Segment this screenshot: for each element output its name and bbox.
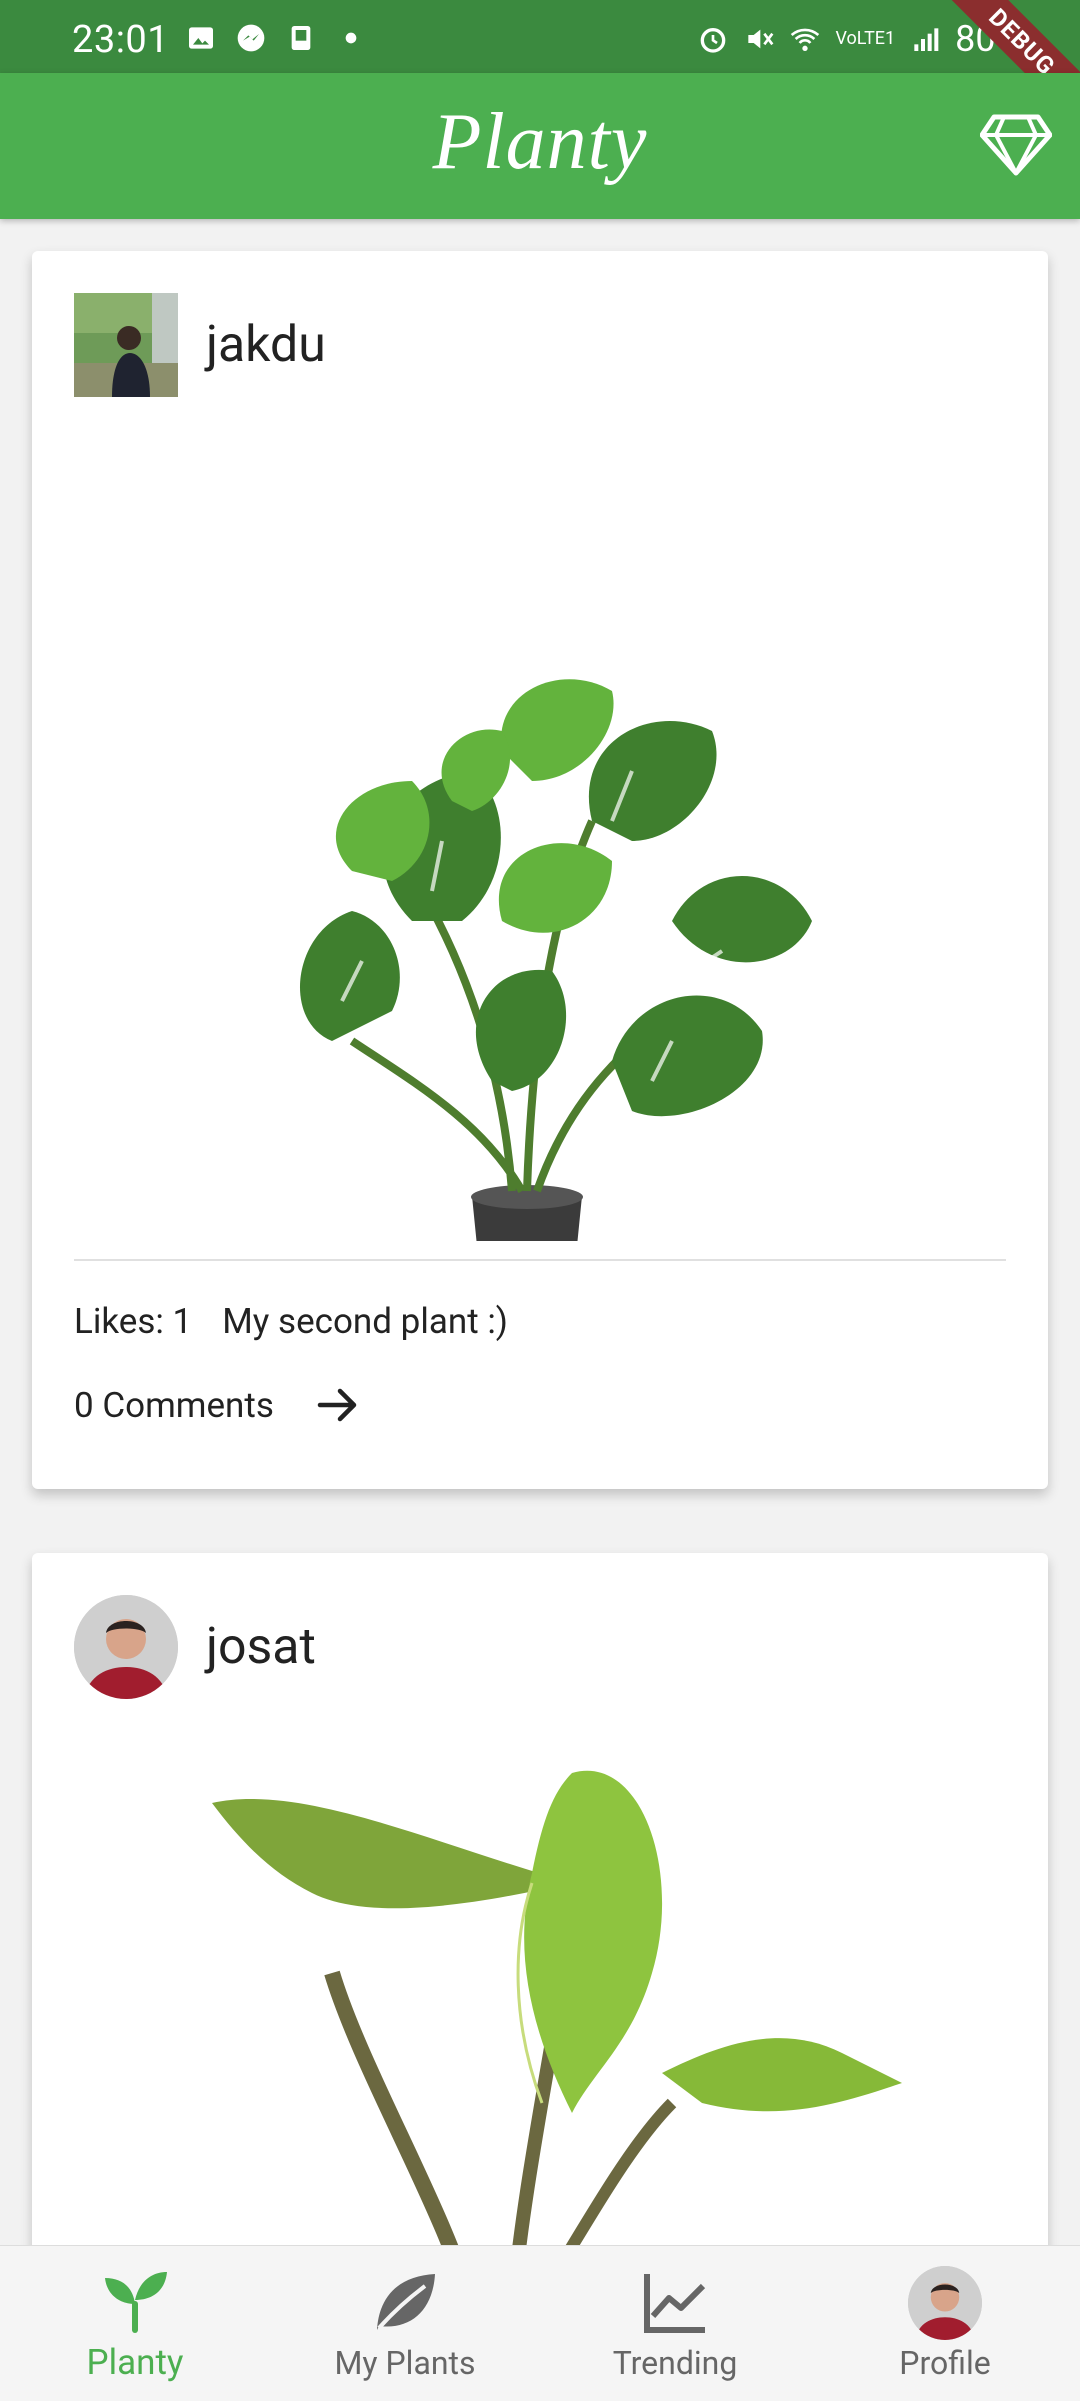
post-meta-row: Likes: 1 My second plant :) [74,1301,508,1342]
status-time: 23:01 [72,18,170,62]
nav-label-planty: Planty [86,2342,184,2383]
mute-icon [748,29,774,49]
post-card: jakdu Likes: 1 My second plant:) 0 Comm… [32,251,1048,1489]
alarm-icon [701,27,726,53]
trending-chart-icon [644,2273,706,2333]
avatar[interactable] [74,1595,178,1699]
gallery-notification-icon [189,27,213,49]
sprout-icon [105,2272,167,2333]
wifi-icon [791,28,820,51]
post-plant-image [32,1743,1048,2245]
post-divider [74,1259,1006,1261]
post-plant-image [32,441,1048,1451]
bottom-navigation: Planty My Plants Trending Profile [0,2245,1080,2401]
post-username[interactable]: josat [206,1618,316,1676]
avatar[interactable] [74,293,178,397]
comments-count[interactable]: 0 Comments [74,1385,274,1426]
likes-count: Likes: 1 [74,1301,193,1342]
post-feed[interactable]: jakdu Likes: 1 My second plant:) 0 Comm… [0,219,1080,2245]
leaf-icon [377,2273,435,2330]
nav-label-profile: Profile [899,2343,991,2382]
app-title: Planty [432,98,648,186]
signal-icon [914,28,939,51]
post-header: josat [74,1595,316,1699]
post-username[interactable]: jakdu [206,316,326,374]
status-bar: 23:01 VoLTE1 80% DEBUG [0,0,1080,141]
nav-item-my-plants[interactable]: My Plants [270,2246,540,2401]
dot-icon [345,32,357,44]
nav-item-profile[interactable]: Profile [810,2246,1080,2401]
post-header: jakdu [74,293,326,397]
diamond-icon[interactable] [980,113,1052,177]
post-card: josat [32,1553,1048,2245]
comments-row[interactable]: 0 Comments [74,1381,362,1429]
messenger-notification-icon [237,24,265,52]
nav-label-my-plants: My Plants [334,2343,476,2382]
nav-item-planty[interactable]: Planty [0,2246,270,2401]
avatar [908,2265,982,2340]
nav-item-trending[interactable]: Trending [540,2246,810,2401]
network-label: VoLTE1 [835,28,896,49]
app-bar: Planty [0,73,1080,219]
nav-label-trending: Trending [612,2343,738,2382]
device-notification-icon [291,26,311,50]
arrow-right-icon[interactable] [314,1381,362,1429]
post-caption: My second plant :) [222,1301,508,1342]
